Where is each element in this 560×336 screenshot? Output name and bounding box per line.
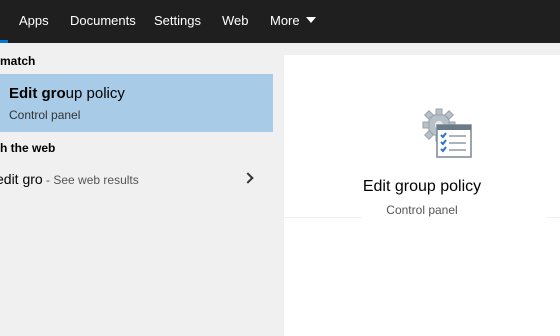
tab-more[interactable]: More [270, 12, 316, 30]
group-policy-icon [422, 108, 472, 158]
tab-apps[interactable]: Apps [19, 12, 49, 30]
preview-subtitle: Control panel [386, 203, 458, 217]
web-search-result[interactable]: edit gro - See web results [0, 165, 273, 195]
web-search-query: edit gro - See web results [0, 171, 139, 187]
divider [284, 217, 362, 218]
best-match-subtitle: Control panel [9, 108, 81, 122]
divider [546, 217, 560, 218]
search-filter-bar: Apps Documents Settings Web More [0, 0, 560, 43]
results-pane: match Edit group policy Control panel h … [0, 43, 273, 336]
tab-web[interactable]: Web [222, 12, 249, 30]
caret-down-icon [305, 17, 316, 23]
tab-more-label: More [270, 13, 300, 28]
best-match-title: Edit group policy [9, 85, 125, 102]
chevron-right-icon[interactable] [242, 172, 254, 184]
preview-pane: Edit group policy Control panel [284, 55, 560, 336]
tab-documents[interactable]: Documents [70, 12, 136, 30]
best-match-header: match [0, 54, 36, 68]
best-match-result[interactable]: Edit group policy Control panel [0, 74, 273, 132]
web-search-header: h the web [0, 141, 56, 155]
tab-settings[interactable]: Settings [154, 12, 201, 30]
preview-title: Edit group policy [362, 178, 482, 195]
